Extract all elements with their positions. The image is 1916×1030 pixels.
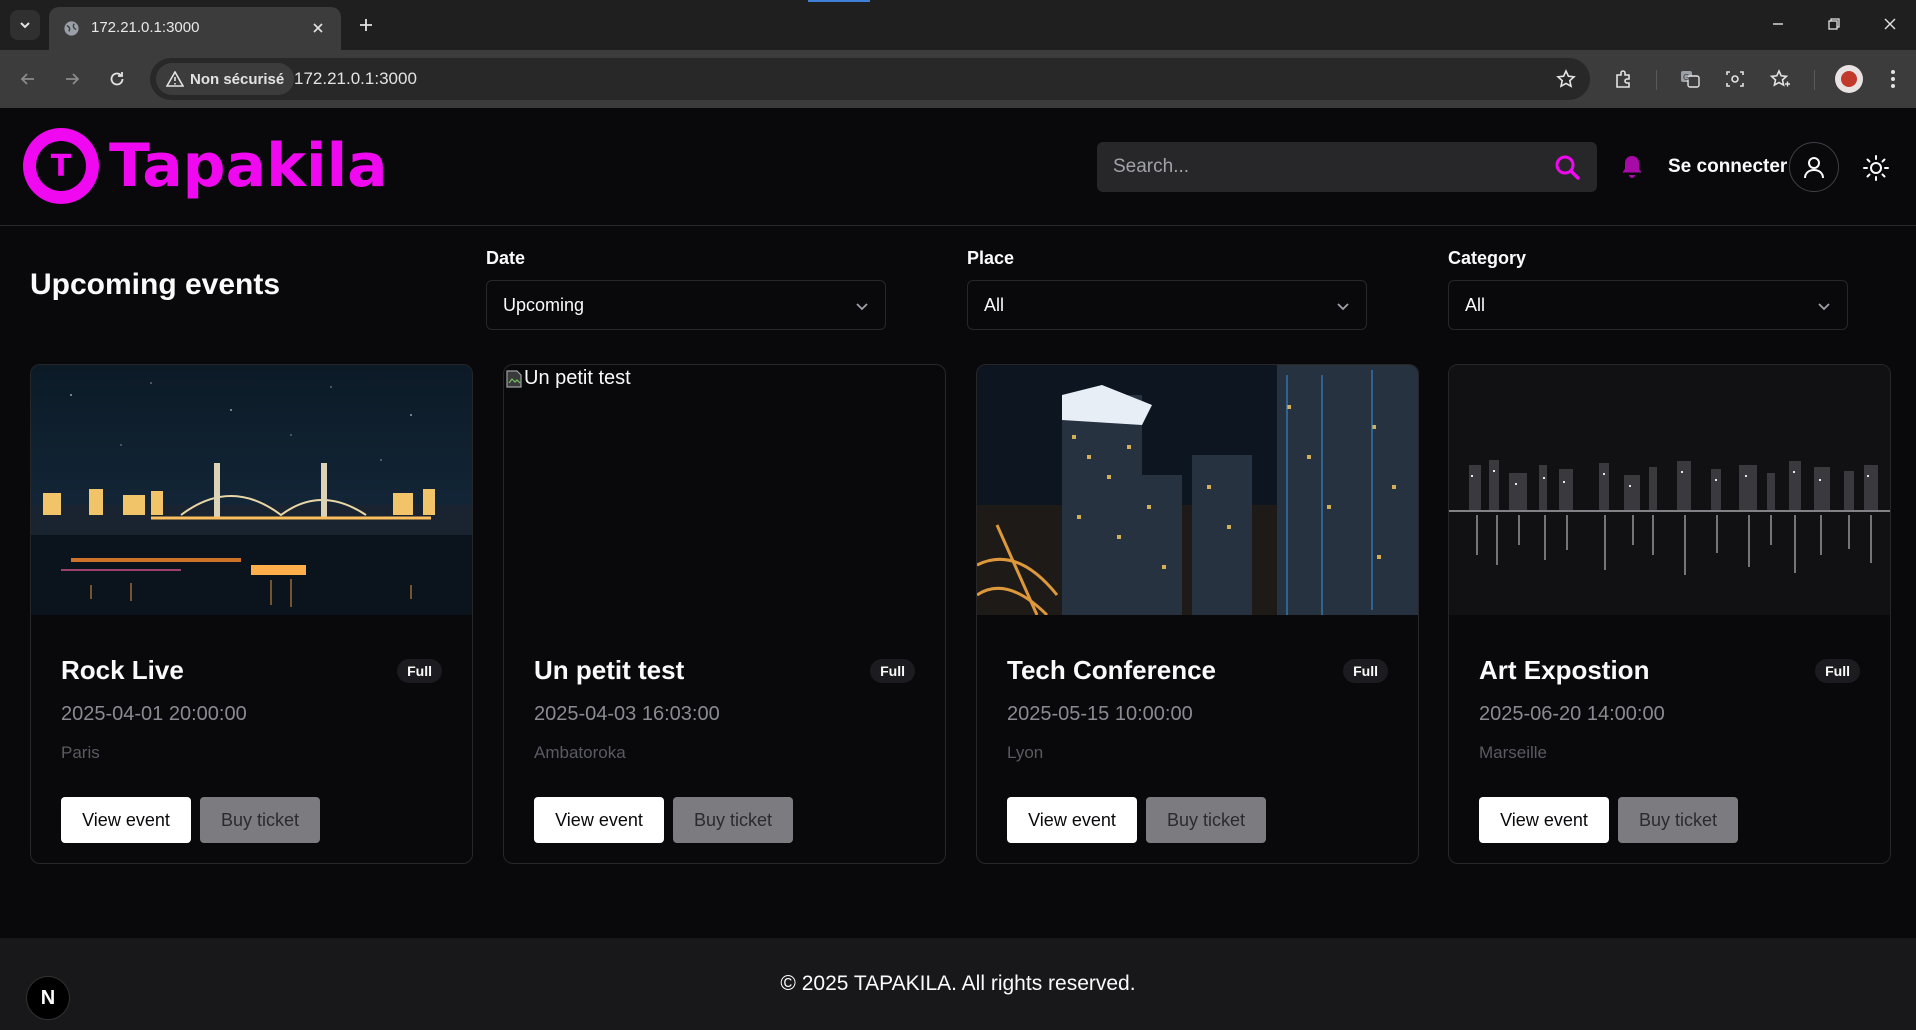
minimize-icon[interactable] bbox=[1762, 10, 1794, 38]
tab-search-button[interactable] bbox=[10, 10, 40, 40]
event-date: 2025-04-03 16:03:00 bbox=[534, 703, 720, 725]
favorites-icon[interactable] bbox=[1766, 65, 1794, 93]
extensions-icon[interactable] bbox=[1610, 65, 1638, 93]
event-image bbox=[31, 365, 472, 615]
logo-text: Tapakila bbox=[109, 131, 388, 201]
event-card: Art Expostion Full 2025-06-20 14:00:00 M… bbox=[1448, 364, 1891, 864]
category-filter-label: Category bbox=[1448, 248, 1527, 268]
place-filter-label: Place bbox=[967, 248, 1015, 268]
back-arrow-icon[interactable] bbox=[12, 63, 44, 95]
close-tab-icon[interactable] bbox=[307, 17, 329, 39]
security-label: Non sécurisé bbox=[190, 70, 285, 88]
chevron-down-icon bbox=[856, 303, 868, 311]
broken-image-icon bbox=[506, 369, 522, 388]
broken-image: Un petit test bbox=[506, 367, 631, 390]
page: T Tapakila Se connecter Upcoming events … bbox=[0, 108, 1916, 1030]
category-select-value: All bbox=[1465, 295, 1486, 315]
browser-toolbar: Non sécurisé 172.21.0.1:3000 G bbox=[0, 50, 1916, 108]
search-icon[interactable] bbox=[1553, 153, 1581, 181]
event-image: Un petit test bbox=[504, 365, 945, 615]
profile-avatar[interactable] bbox=[1835, 65, 1863, 93]
event-card: Tech Conference Full 2025-05-15 10:00:00… bbox=[976, 364, 1419, 864]
logo-letter: T bbox=[51, 149, 72, 184]
forward-arrow-icon[interactable] bbox=[56, 63, 88, 95]
status-badge: Full bbox=[1815, 659, 1860, 683]
event-image bbox=[977, 365, 1418, 615]
buy-ticket-button[interactable]: Buy ticket bbox=[200, 797, 320, 843]
warning-icon bbox=[166, 71, 184, 87]
dev-tools-badge[interactable]: N bbox=[26, 976, 70, 1020]
category-filter: Category All bbox=[1448, 248, 1848, 330]
buy-ticket-button[interactable]: Buy ticket bbox=[1618, 797, 1738, 843]
event-image bbox=[1449, 365, 1890, 615]
copyright-text: © 2025 TAPAKILA. All rights reserved. bbox=[780, 972, 1136, 995]
category-select[interactable]: All bbox=[1448, 280, 1848, 330]
browser-tab[interactable]: 172.21.0.1:3000 bbox=[49, 7, 341, 50]
event-card: Rock Live Full 2025-04-01 20:00:00 Paris… bbox=[30, 364, 473, 864]
globe-icon bbox=[64, 21, 79, 36]
svg-text:G: G bbox=[1683, 73, 1689, 82]
new-tab-icon[interactable] bbox=[352, 11, 380, 39]
event-date: 2025-06-20 14:00:00 bbox=[1479, 703, 1665, 725]
place-select-value: All bbox=[984, 295, 1005, 315]
chevron-down-icon bbox=[1337, 303, 1349, 311]
view-event-button[interactable]: View event bbox=[1007, 797, 1137, 843]
event-place: Marseille bbox=[1479, 743, 1548, 762]
event-title: Un petit test bbox=[534, 655, 685, 685]
tab-strip-accent bbox=[808, 0, 870, 2]
signin-link[interactable]: Se connecter bbox=[1668, 156, 1787, 178]
bell-icon[interactable] bbox=[1617, 152, 1647, 182]
search-box bbox=[1097, 142, 1597, 192]
close-window-icon[interactable] bbox=[1874, 10, 1906, 38]
buy-ticket-button[interactable]: Buy ticket bbox=[673, 797, 793, 843]
event-title: Art Expostion bbox=[1479, 655, 1650, 685]
chevron-down-icon bbox=[1818, 303, 1830, 311]
security-indicator[interactable]: Non sécurisé bbox=[156, 63, 295, 95]
date-select[interactable]: Upcoming bbox=[486, 280, 886, 330]
event-date: 2025-05-15 10:00:00 bbox=[1007, 703, 1193, 725]
chevron-down-icon bbox=[20, 22, 30, 29]
site-logo[interactable]: T Tapakila bbox=[23, 127, 388, 205]
address-bar[interactable]: Non sécurisé 172.21.0.1:3000 bbox=[150, 58, 1590, 100]
tab-title: 172.21.0.1:3000 bbox=[91, 19, 200, 36]
translate-icon[interactable]: G bbox=[1676, 65, 1704, 93]
view-event-button[interactable]: View event bbox=[61, 797, 191, 843]
sun-icon[interactable] bbox=[1861, 153, 1891, 183]
date-filter-label: Date bbox=[486, 248, 526, 268]
place-filter: Place All bbox=[967, 248, 1367, 330]
search-input[interactable] bbox=[1097, 142, 1537, 192]
user-account-button[interactable] bbox=[1789, 142, 1839, 192]
date-select-value: Upcoming bbox=[503, 295, 585, 315]
view-event-button[interactable]: View event bbox=[1479, 797, 1609, 843]
event-title: Tech Conference bbox=[1007, 655, 1217, 685]
date-filter: Date Upcoming bbox=[486, 248, 886, 330]
user-icon bbox=[1804, 157, 1824, 179]
event-place: Ambatoroka bbox=[534, 743, 626, 762]
bookmark-star-icon[interactable] bbox=[1554, 67, 1578, 91]
place-select[interactable]: All bbox=[967, 280, 1367, 330]
event-card: Un petit test Un petit test Full 2025-04… bbox=[503, 364, 946, 864]
buy-ticket-button[interactable]: Buy ticket bbox=[1146, 797, 1266, 843]
site-header: T Tapakila Se connecter bbox=[0, 108, 1916, 226]
event-title: Rock Live bbox=[61, 655, 184, 685]
more-menu-icon[interactable] bbox=[1879, 65, 1907, 93]
logo-badge: T bbox=[23, 128, 99, 204]
image-alt-text: Un petit test bbox=[524, 367, 631, 389]
url-text: 172.21.0.1:3000 bbox=[294, 69, 417, 88]
status-badge: Full bbox=[397, 659, 442, 683]
status-badge: Full bbox=[870, 659, 915, 683]
site-footer: © 2025 TAPAKILA. All rights reserved. bbox=[0, 938, 1916, 1030]
event-place: Lyon bbox=[1007, 743, 1044, 762]
restore-icon[interactable] bbox=[1818, 10, 1850, 38]
page-title: Upcoming events bbox=[30, 268, 281, 301]
view-event-button[interactable]: View event bbox=[534, 797, 664, 843]
browser-tab-bar: 172.21.0.1:3000 bbox=[0, 0, 1916, 50]
event-place: Paris bbox=[61, 743, 100, 762]
screenshot-lens-icon[interactable] bbox=[1721, 65, 1749, 93]
status-badge: Full bbox=[1343, 659, 1388, 683]
toolbar-separator bbox=[1656, 70, 1657, 90]
toolbar-separator bbox=[1814, 70, 1815, 90]
event-date: 2025-04-01 20:00:00 bbox=[61, 703, 247, 725]
reload-icon[interactable] bbox=[101, 63, 133, 95]
